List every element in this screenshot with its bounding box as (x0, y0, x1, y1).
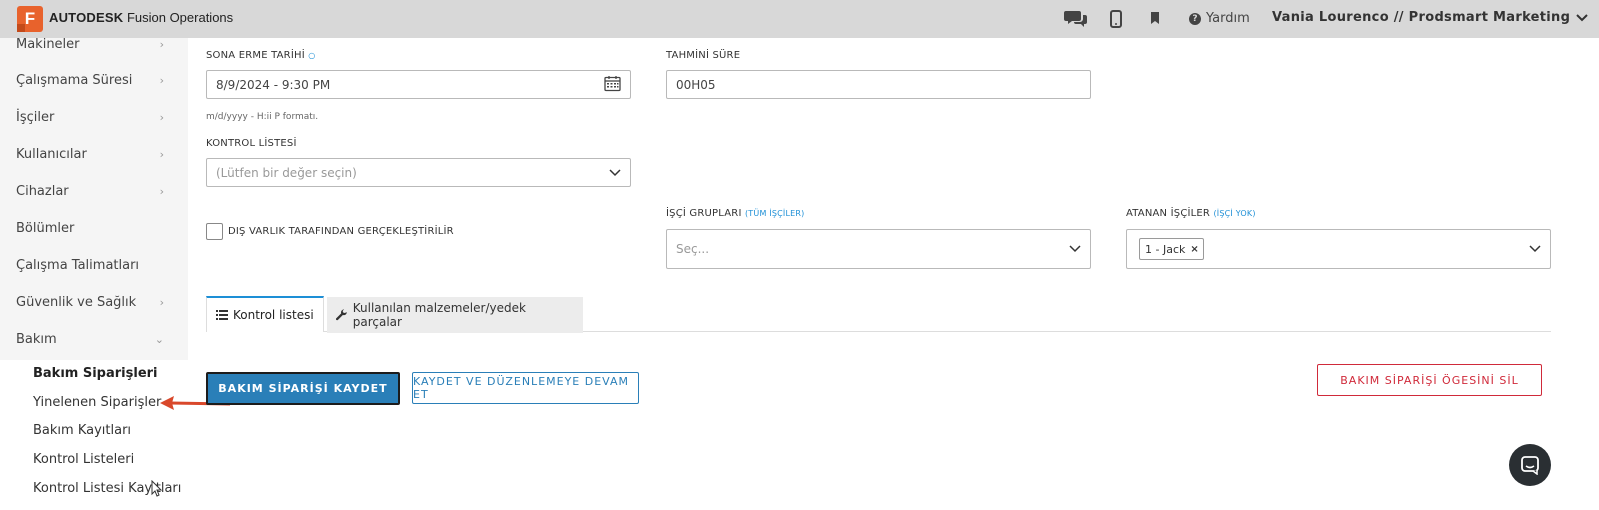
list-icon (216, 310, 228, 320)
sidebar-item-workers[interactable]: İşçiler › (0, 99, 188, 135)
submenu-item-recurring-orders[interactable]: Yinelenen Siparişler (33, 395, 161, 410)
worker-groups-label: İŞÇİ GRUPLARI (TÜM İŞÇİLER) (666, 208, 804, 219)
save-button[interactable]: BAKIM SİPARİŞİ KAYDET (206, 372, 400, 405)
sidebar-item-safety[interactable]: Güvenlik ve Sağlık › (0, 284, 188, 320)
worker-tag-label: 1 - Jack (1145, 242, 1186, 256)
worker-groups-placeholder: Seç... (676, 242, 710, 256)
sidebar-item-downtime[interactable]: Çalışmama Süresi › (0, 62, 188, 98)
chat-bubble-icon (1521, 456, 1539, 475)
calendar-icon[interactable] (604, 75, 621, 94)
user-label: Vania Lourenco // Prodsmart Marketing (1272, 10, 1571, 25)
sidebar-item-maintenance[interactable]: Bakım ⌄ (0, 321, 188, 357)
sidebar-item-label: Çalışma Talimatları (16, 257, 140, 273)
due-date-input[interactable]: 8/9/2024 - 9:30 PM (206, 70, 631, 99)
no-workers-link[interactable]: (İŞÇİ YOK) (1213, 209, 1255, 218)
estimated-time-value: 00H05 (676, 77, 716, 92)
sidebar-item-work-instructions[interactable]: Çalışma Talimatları (0, 247, 188, 283)
worker-groups-label-text: İŞÇİ GRUPLARI (666, 208, 742, 219)
chevron-right-icon: › (159, 37, 164, 51)
mouse-cursor-icon (151, 480, 163, 497)
assigned-workers-select[interactable]: 1 - Jack × (1126, 229, 1551, 269)
tab-label: Kontrol listesi (233, 308, 314, 322)
worker-groups-select[interactable]: Seç... (666, 229, 1091, 269)
assigned-workers-label: ATANAN İŞÇİLER (İŞÇİ YOK) (1126, 208, 1256, 219)
wrench-icon (336, 309, 347, 321)
due-date-label: SONA ERME TARİHİ ○ (206, 50, 315, 61)
brand-company: AUTODESK (49, 10, 124, 25)
chevron-down-icon (609, 166, 621, 180)
checklist-label: KONTROL LİSTESİ (206, 138, 297, 149)
submenu-item-checklists[interactable]: Kontrol Listeleri (33, 452, 134, 467)
question-icon: ? (1189, 12, 1201, 25)
chevron-right-icon: › (159, 184, 164, 198)
submenu-item-maintenance-orders[interactable]: Bakım Siparişleri (33, 366, 158, 381)
tab-checklist[interactable]: Kontrol listesi (206, 296, 324, 332)
chevron-down-icon (1529, 242, 1541, 256)
estimated-time-input[interactable]: 00H05 (666, 70, 1091, 99)
chevron-right-icon: › (159, 73, 164, 87)
delete-button[interactable]: BAKIM SİPARİŞİ ÖGESİNİ SİL (1317, 364, 1542, 396)
chat-icon[interactable] (1064, 8, 1088, 28)
sidebar-item-label: Güvenlik ve Sağlık (16, 294, 137, 310)
info-icon[interactable]: ○ (308, 51, 315, 60)
sidebar-item-users[interactable]: Kullanıcılar › (0, 136, 188, 172)
all-workers-link[interactable]: (TÜM İŞÇİLER) (745, 209, 804, 218)
save-continue-button[interactable]: KAYDET VE DÜZENLEMEYE DEVAM ET (412, 372, 639, 404)
sidebar-item-label: Makineler (16, 36, 80, 52)
worker-tag: 1 - Jack × (1139, 238, 1204, 260)
external-label: DIŞ VARLIK TARAFINDAN GERÇEKLEŞTİRİLİR (228, 226, 454, 237)
checklist-select[interactable]: (Lütfen bir değer seçin) (206, 158, 631, 187)
user-menu[interactable]: Vania Lourenco // Prodsmart Marketing (1272, 10, 1588, 25)
brand-name: AUTODESK Fusion Operations (49, 10, 233, 25)
help-label: Yardım (1206, 11, 1250, 26)
estimated-time-label: TAHMİNİ SÜRE (666, 50, 741, 61)
chevron-right-icon: › (159, 295, 164, 309)
submenu-item-maintenance-records[interactable]: Bakım Kayıtları (33, 423, 131, 438)
sidebar: Makineler › Çalışmama Süresi › İşçiler ›… (0, 37, 188, 510)
help-link[interactable]: ? Yardım (1189, 11, 1250, 26)
sidebar-item-label: Bakım (16, 331, 57, 347)
brand-product: Fusion Operations (126, 10, 234, 25)
bookmark-icon[interactable] (1150, 11, 1160, 25)
sidebar-item-label: Çalışmama Süresi (16, 72, 133, 88)
chevron-down-icon (1069, 242, 1081, 256)
mobile-icon[interactable] (1110, 10, 1122, 28)
tab-label: Kullanılan malzemeler/yedek parçalar (352, 301, 526, 329)
top-bar: F AUTODESK Fusion Operations ? Yardım Va… (0, 0, 1599, 38)
assigned-workers-label-text: ATANAN İŞÇİLER (1126, 208, 1211, 219)
chevron-right-icon: › (159, 110, 164, 124)
chevron-down-icon (1576, 13, 1588, 21)
support-chat-button[interactable] (1509, 444, 1551, 486)
sidebar-item-label: Kullanıcılar (16, 146, 87, 162)
sidebar-item-machines[interactable]: Makineler › (0, 26, 188, 62)
chevron-down-icon: ⌄ (154, 332, 164, 346)
sidebar-item-departments[interactable]: Bölümler (0, 210, 188, 246)
remove-tag-icon[interactable]: × (1190, 244, 1198, 255)
tab-materials[interactable]: Kullanılan malzemeler/yedek parçalar (327, 297, 583, 333)
due-date-value: 8/9/2024 - 9:30 PM (216, 77, 331, 92)
sidebar-item-label: Cihazlar (16, 183, 69, 199)
sidebar-item-devices[interactable]: Cihazlar › (0, 173, 188, 209)
date-format-note: m/d/yyyy - H:ii P formatı. (206, 112, 319, 122)
sidebar-item-label: İşçiler (16, 109, 55, 125)
chevron-right-icon: › (159, 147, 164, 161)
sidebar-item-label: Bölümler (16, 220, 75, 236)
external-checkbox[interactable] (206, 223, 223, 240)
checklist-placeholder: (Lütfen bir değer seçin) (216, 165, 357, 180)
due-date-label-text: SONA ERME TARİHİ (206, 50, 305, 61)
